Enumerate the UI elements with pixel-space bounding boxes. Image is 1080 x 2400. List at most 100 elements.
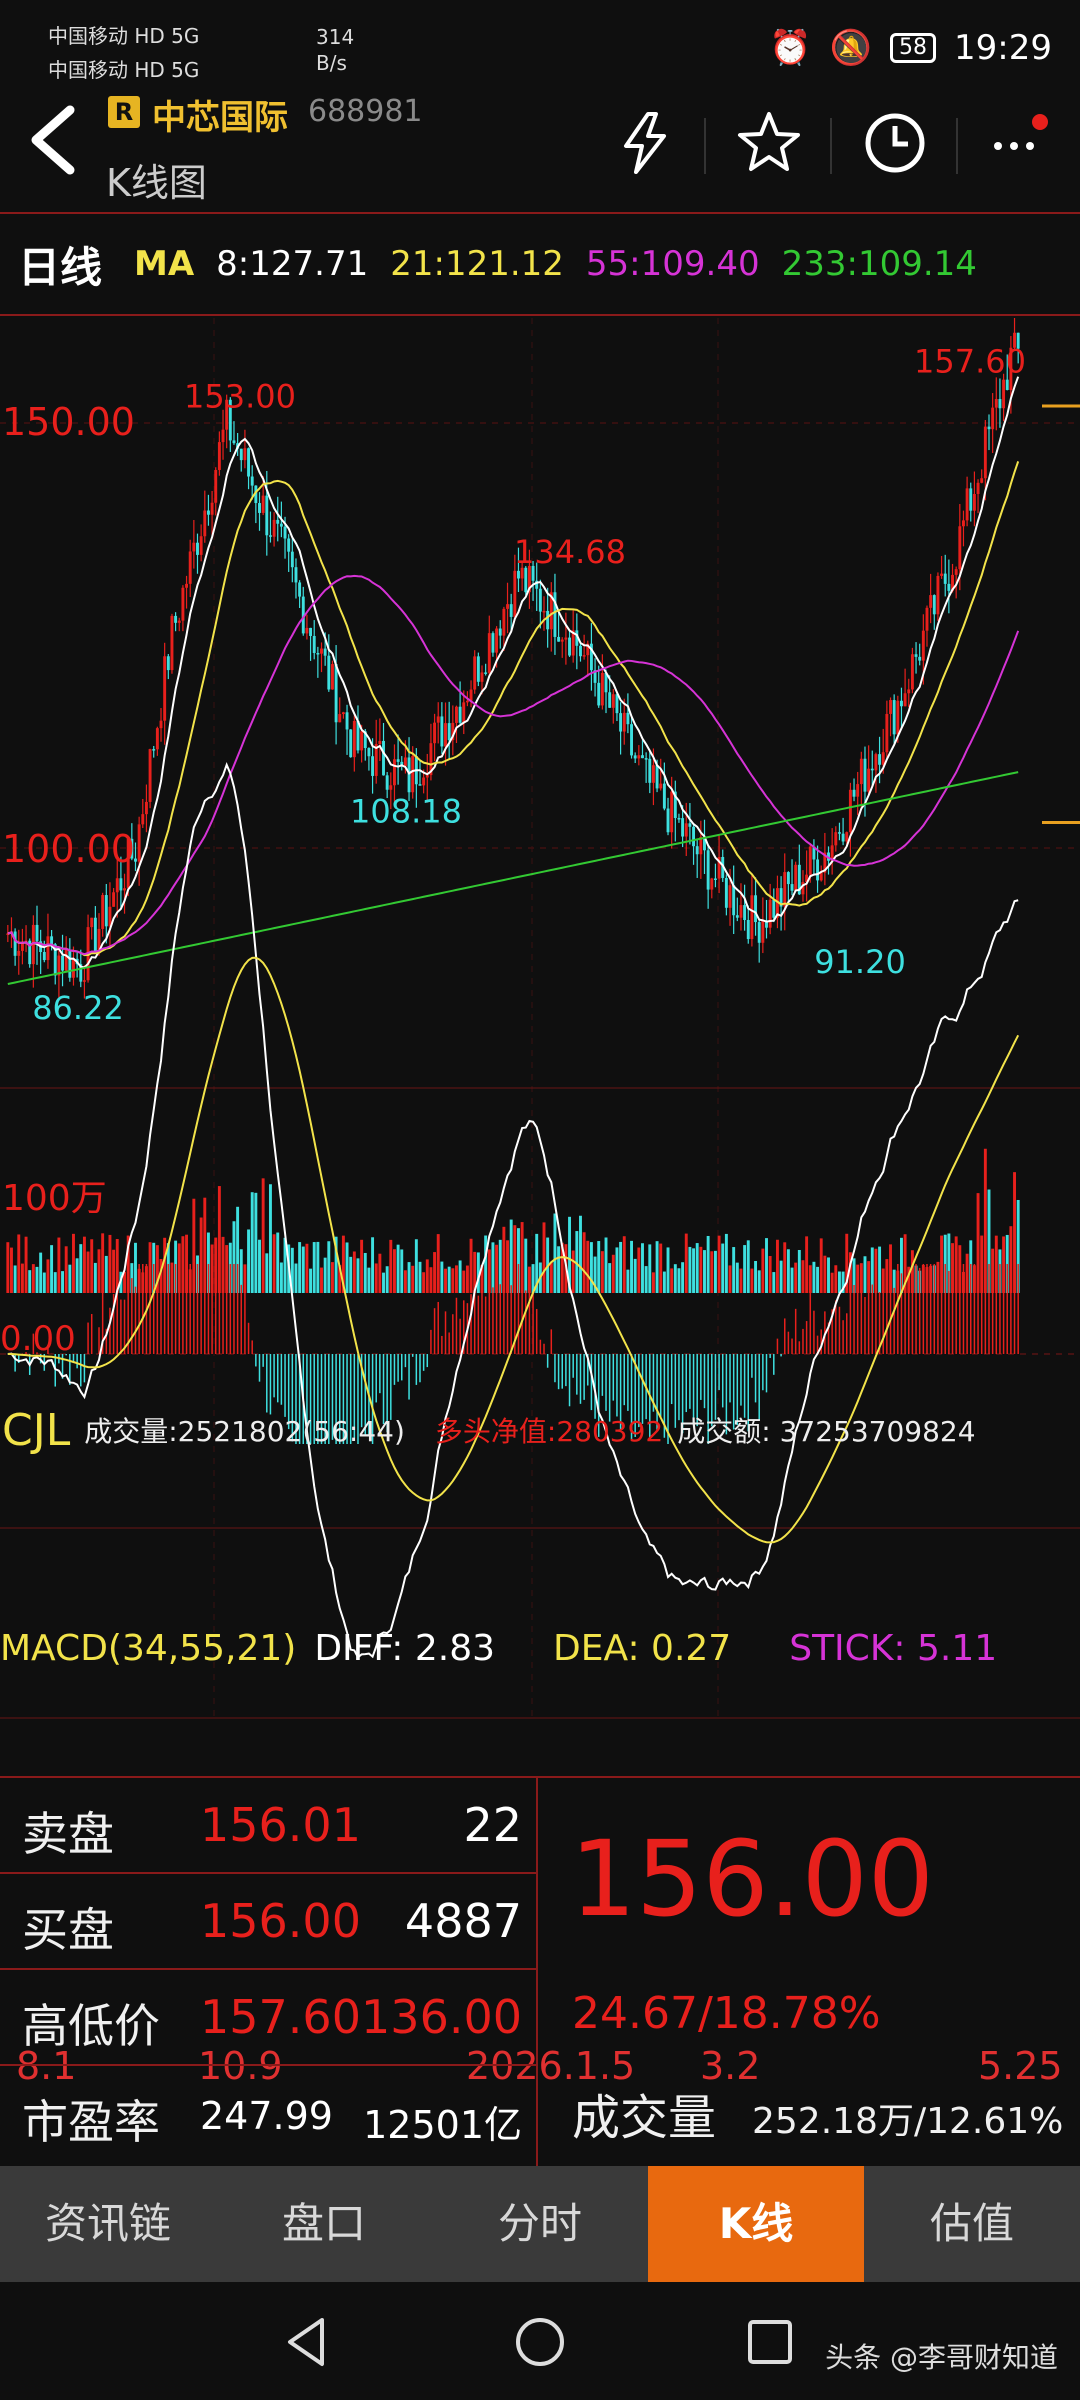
- candle-body: [232, 440, 236, 444]
- candle-body: [662, 783, 666, 809]
- volume-bar: [298, 1242, 302, 1293]
- buy-row[interactable]: 买盘 156.00 4887: [0, 1874, 538, 1970]
- candle-body: [1005, 379, 1009, 390]
- stock-name: 中芯国际: [152, 98, 288, 138]
- volume-bar: [104, 1255, 108, 1293]
- system-nav-bar: 头条 @李哥财知道: [0, 2282, 1080, 2400]
- tab-news-chain[interactable]: 资讯链: [0, 2166, 216, 2282]
- macd-diff: DIFF: 2.83: [314, 1627, 496, 1669]
- candle-body: [962, 520, 965, 527]
- back-arrow-icon[interactable]: [22, 100, 92, 180]
- volume-bar: [312, 1242, 316, 1293]
- candle-body: [46, 936, 50, 961]
- candle-body: [557, 636, 561, 642]
- candle-body: [695, 846, 699, 855]
- volume-bar: [90, 1239, 94, 1293]
- volume-bar: [644, 1266, 648, 1293]
- tab-kline[interactable]: K线: [648, 2166, 864, 2282]
- candle-body: [61, 955, 64, 971]
- tab-intraday[interactable]: 分时: [432, 2166, 648, 2282]
- volume-bar: [735, 1262, 739, 1293]
- candle-body: [268, 535, 272, 537]
- tab-valuation[interactable]: 估值: [864, 2166, 1080, 2282]
- candle-body: [560, 639, 564, 642]
- volume-bar: [371, 1237, 375, 1293]
- volume-bar: [703, 1250, 706, 1293]
- period-selector[interactable]: 日线: [18, 234, 102, 295]
- candle-body: [732, 885, 736, 916]
- bottom-tabs: 资讯链 盘口 分时 K线 估值: [0, 2166, 1080, 2282]
- volume-bar: [622, 1236, 626, 1293]
- volume-bar: [837, 1271, 841, 1293]
- volume-bar: [61, 1271, 64, 1293]
- volume-bar: [46, 1259, 50, 1293]
- candle-body: [309, 627, 313, 636]
- page-title: K线图: [106, 161, 207, 205]
- candle-body: [396, 759, 400, 762]
- volume-bar: [93, 1262, 97, 1293]
- candle-body: [276, 519, 280, 524]
- lightning-icon[interactable]: [610, 108, 680, 178]
- candle-body: [345, 712, 349, 730]
- candle-body: [385, 775, 389, 790]
- ma21-value: 21:121.12: [390, 244, 564, 284]
- candle-body: [881, 752, 885, 765]
- candle-body: [473, 656, 477, 690]
- volume-bar: [582, 1232, 586, 1293]
- candle-body: [476, 656, 480, 682]
- nav-recents-icon[interactable]: [740, 2312, 800, 2372]
- volume-bar: [878, 1246, 882, 1293]
- candle-body: [458, 706, 462, 723]
- mute-icon: 🔕: [829, 28, 873, 68]
- candle-body: [239, 448, 243, 461]
- low-annotation: 108.18: [350, 792, 462, 830]
- volume-bar: [444, 1268, 447, 1293]
- candle-body: [112, 892, 116, 907]
- nav-back-icon[interactable]: [278, 2312, 338, 2372]
- volume-bar: [834, 1265, 838, 1293]
- candle-body: [630, 724, 634, 756]
- sell-row[interactable]: 卖盘 156.01 22: [0, 1778, 538, 1874]
- candle-body: [349, 729, 353, 758]
- more-icon[interactable]: [984, 108, 1054, 178]
- candle-body: [258, 503, 261, 513]
- candle-body: [910, 654, 914, 690]
- volume-bar: [549, 1262, 553, 1293]
- candle-body: [407, 757, 411, 793]
- volume-bar: [374, 1263, 378, 1293]
- tab-order-book[interactable]: 盘口: [216, 2166, 432, 2282]
- candle-body: [498, 628, 502, 636]
- candle-body: [677, 817, 681, 820]
- low-price: 136.00: [361, 1990, 522, 2044]
- clock-icon[interactable]: [860, 108, 930, 178]
- candle-body: [648, 758, 652, 783]
- volume-bar: [309, 1268, 313, 1293]
- candle-body: [123, 888, 127, 891]
- volume-bar: [268, 1184, 272, 1293]
- volume-bar: [830, 1272, 834, 1293]
- candle-body: [958, 526, 962, 570]
- candle-body: [790, 884, 794, 891]
- candle-body: [177, 620, 181, 623]
- volume-bar: [316, 1241, 320, 1293]
- volume-bar: [790, 1267, 794, 1293]
- volume-bar: [35, 1266, 39, 1293]
- volume-bar: [662, 1271, 666, 1293]
- kline-chart-svg[interactable]: 150.00 100.00 157.60 153.00 134.68 108.18 91.2…: [0, 318, 1080, 1758]
- candle-body: [936, 575, 940, 615]
- macd-dea: DEA: 0.27: [553, 1627, 732, 1669]
- volume-bar: [462, 1270, 466, 1293]
- kline-chart-area[interactable]: 150.00 100.00 157.60 153.00 134.68 108.18 91.2…: [0, 318, 1080, 2088]
- candle-body: [619, 713, 623, 732]
- quote-panel: 卖盘 156.01 22 买盘 156.00 4887 高低价 157.60 1…: [0, 1776, 1080, 2166]
- volume-bar: [433, 1252, 437, 1293]
- alarm-icon: ⏰: [769, 28, 812, 68]
- candle-body: [210, 502, 214, 515]
- nav-home-icon[interactable]: [510, 2312, 570, 2372]
- star-icon[interactable]: [734, 108, 804, 178]
- volume-bar: [805, 1236, 809, 1293]
- candle-body: [137, 824, 141, 862]
- volume-bar: [403, 1270, 407, 1293]
- volume-bar: [611, 1254, 615, 1293]
- volume-bar: [615, 1247, 619, 1293]
